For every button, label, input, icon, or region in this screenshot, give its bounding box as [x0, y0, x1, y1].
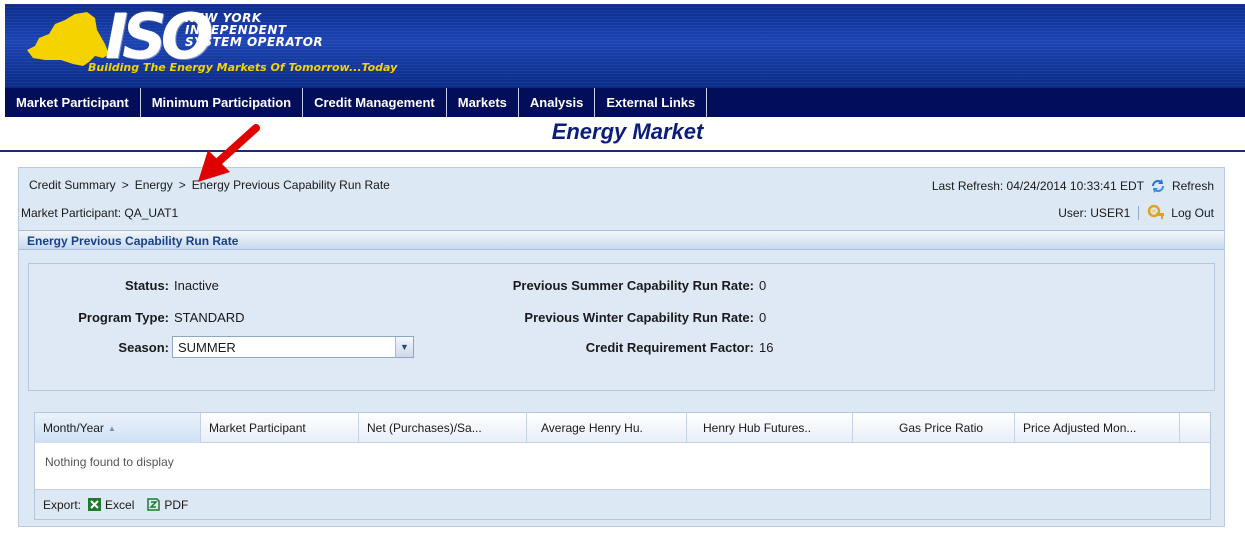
- sort-ascending-icon: ▲: [107, 423, 116, 433]
- export-label: Export:: [43, 497, 82, 512]
- column-label: Price Adjusted Mon...: [1023, 421, 1137, 435]
- season-selected-value: SUMMER: [178, 340, 236, 355]
- season-label: Season:: [118, 340, 169, 355]
- column-net-purchases-sales[interactable]: Net (Purchases)/Sa...: [359, 413, 527, 443]
- empty-message: Nothing found to display: [45, 455, 174, 469]
- user-area: User: USER1 Log Out: [1058, 205, 1214, 221]
- content-panel: Credit Summary > Energy > Energy Previous Ca…: [18, 167, 1225, 527]
- prev-winter-label: Previous Winter Capability Run Rate:: [524, 310, 754, 325]
- export-excel-link[interactable]: Excel: [87, 497, 134, 512]
- results-grid: Month/Year ▲ Market Participant Net (Pur…: [34, 412, 1211, 520]
- column-label: Average Henry Hu.: [541, 421, 643, 435]
- column-label: Net (Purchases)/Sa...: [367, 421, 482, 435]
- column-market-participant[interactable]: Market Participant: [201, 413, 359, 443]
- prev-summer-value: 0: [759, 278, 767, 293]
- section-header: Energy Previous Capability Run Rate: [19, 230, 1224, 250]
- nav-external-links[interactable]: External Links: [595, 88, 708, 117]
- refresh-icon[interactable]: [1150, 178, 1166, 194]
- credit-factor-label: Credit Requirement Factor:: [585, 340, 754, 355]
- annotation-arrow-icon: [198, 124, 260, 182]
- column-label: Henry Hub Futures..: [703, 421, 812, 435]
- export-bar: Export: Excel PDF: [35, 489, 1210, 519]
- breadcrumb-credit-summary[interactable]: Credit Summary: [29, 178, 116, 192]
- pdf-icon: [147, 498, 161, 511]
- status-value: Inactive: [174, 278, 219, 293]
- export-pdf-label: PDF: [164, 497, 189, 512]
- column-label: Month/Year: [43, 421, 104, 435]
- user-label: User: USER1: [1058, 206, 1131, 220]
- market-participant-info: Market Participant: QA_UAT1: [21, 206, 179, 220]
- export-excel-label: Excel: [105, 497, 135, 512]
- refresh-area: Last Refresh: 04/24/2014 10:33:41 EDT Re…: [932, 178, 1214, 194]
- column-price-adjusted-monthly[interactable]: Price Adjusted Mon...: [1015, 413, 1180, 443]
- logout-link[interactable]: Log Out: [1171, 206, 1214, 220]
- season-select[interactable]: SUMMER ▼: [172, 336, 414, 358]
- column-avg-henry-hub[interactable]: Average Henry Hu.: [527, 413, 687, 443]
- breadcrumb-separator: >: [121, 178, 129, 192]
- details-form: Status: Inactive Program Type: STANDARD …: [28, 263, 1215, 391]
- credit-factor-value: 16: [759, 340, 774, 355]
- logout-icon[interactable]: [1147, 205, 1165, 221]
- chevron-down-icon[interactable]: ▼: [395, 337, 413, 357]
- column-label: Market Participant: [209, 421, 306, 435]
- column-label: Gas Price Ratio: [899, 421, 984, 435]
- column-gas-price-ratio[interactable]: Gas Price Ratio: [853, 413, 1015, 443]
- nav-market-participant[interactable]: Market Participant: [5, 88, 141, 117]
- column-filler: [1180, 413, 1210, 443]
- last-refresh-text: Last Refresh: 04/24/2014 10:33:41 EDT: [931, 179, 1144, 193]
- nav-analysis[interactable]: Analysis: [519, 88, 596, 117]
- breadcrumb-separator: >: [178, 178, 186, 192]
- column-month-year[interactable]: Month/Year ▲: [35, 413, 201, 443]
- grid-header: Month/Year ▲ Market Participant Net (Pur…: [35, 413, 1210, 443]
- banner-tagline: Building The Energy Markets Of Tomorrow.…: [88, 61, 398, 74]
- new-york-state-logo: [27, 12, 109, 66]
- nav-minimum-participation[interactable]: Minimum Participation: [141, 88, 304, 117]
- prev-winter-value: 0: [759, 310, 767, 325]
- nav-markets[interactable]: Markets: [447, 88, 519, 117]
- excel-icon: [88, 498, 102, 511]
- program-type-value: STANDARD: [174, 310, 245, 325]
- title-divider: [0, 150, 1245, 152]
- status-label: Status:: [124, 278, 169, 293]
- divider: [1138, 206, 1140, 220]
- page-title: Energy Market: [551, 119, 704, 144]
- nav-credit-management[interactable]: Credit Management: [303, 88, 447, 117]
- prev-summer-label: Previous Summer Capability Run Rate:: [512, 278, 754, 293]
- breadcrumb-energy[interactable]: Energy: [135, 178, 173, 192]
- export-pdf-link[interactable]: PDF: [146, 497, 188, 512]
- column-henry-hub-futures[interactable]: Henry Hub Futures..: [687, 413, 853, 443]
- site-banner: ISO NEW YORK INDEPENDENT SYSTEM OPERATOR…: [5, 4, 1245, 88]
- program-type-label: Program Type:: [78, 310, 169, 325]
- refresh-link[interactable]: Refresh: [1172, 179, 1214, 193]
- org-name-line3: SYSTEM OPERATOR: [185, 35, 324, 49]
- main-nav: Market Participant Minimum Participation…: [5, 88, 1245, 117]
